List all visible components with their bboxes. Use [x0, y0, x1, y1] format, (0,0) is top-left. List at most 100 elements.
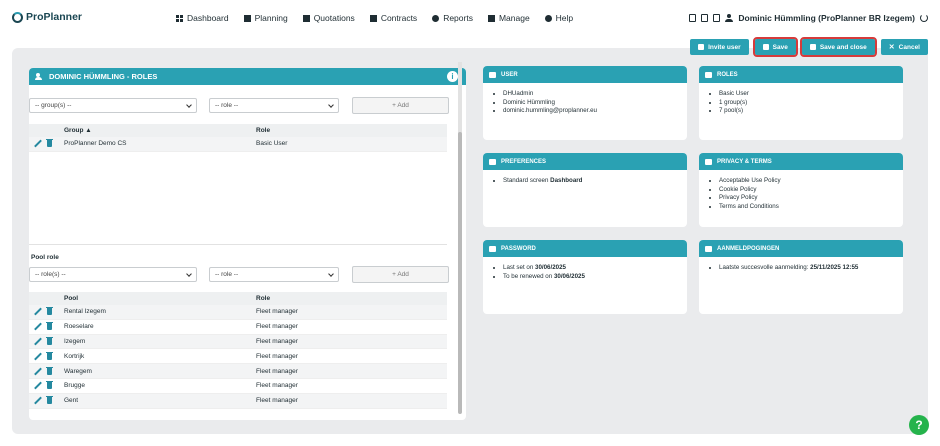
list-item: Standard screen Dashboard [503, 177, 687, 186]
nav-label: Help [555, 13, 574, 23]
button-label: Save and close [819, 43, 867, 51]
trash-icon[interactable] [46, 336, 53, 345]
nav-reports[interactable]: Reports [432, 13, 473, 23]
policy-link[interactable]: Privacy Policy [719, 194, 903, 203]
table-row: Izegem Fleet manager [29, 334, 447, 350]
group-role-select[interactable]: -- role -- [209, 98, 339, 113]
card-header: PRIVACY & TERMS [699, 153, 903, 170]
table-row: ProPlanner Demo CS Basic User [29, 137, 447, 152]
table-row: Roeselare Fleet manager [29, 320, 447, 335]
card-header: PREFERENCES [483, 153, 687, 170]
chevron-down-icon [328, 271, 334, 277]
table-row: Kortrijk Fleet manager [29, 349, 447, 365]
card-header: PASSWORD [483, 240, 687, 257]
logo-icon [12, 11, 23, 23]
list-item: DHUadmin [503, 90, 687, 99]
info-icon[interactable]: i [447, 71, 458, 82]
add-group-button[interactable]: + Add [352, 97, 449, 114]
table-header: Group ▲ Role [29, 124, 447, 137]
nav-label: Manage [498, 13, 530, 23]
invite-user-button[interactable]: Invite user [690, 39, 749, 55]
user-name[interactable]: Dominic Hümmling (ProPlanner BR Izegem) [738, 13, 915, 23]
list-item: Laatste succesvolle aanmelding: 25/11/20… [719, 264, 903, 273]
nav-label: Reports [443, 13, 473, 23]
nav-label: Dashboard [187, 13, 229, 23]
nav-contracts[interactable]: Contracts [369, 13, 417, 23]
nav-quotations[interactable]: Quotations [302, 13, 355, 23]
button-label: + Add [392, 102, 409, 109]
help-chat-button[interactable]: ? [909, 415, 929, 435]
user-card: USER DHUadmin Dominic Hümmling dominic.h… [483, 66, 687, 140]
table-row: Rental Izegem Fleet manager [29, 305, 447, 320]
column-pool[interactable]: Pool [64, 295, 256, 302]
button-label: Save [772, 43, 788, 51]
edit-icon[interactable] [34, 368, 41, 375]
cell-pool: Kortrijk [64, 352, 85, 360]
select-value: -- role -- [215, 102, 239, 109]
logo-text: ProPlanner [26, 11, 83, 23]
trash-icon[interactable] [46, 322, 53, 331]
cell-pool: Brugge [64, 382, 85, 390]
calendar-icon [243, 14, 251, 22]
pool-role-select[interactable]: -- role -- [209, 267, 339, 282]
edit-icon[interactable] [34, 323, 41, 330]
table-row: Brugge Fleet manager [29, 379, 447, 394]
file-download-icon[interactable] [701, 14, 709, 22]
edit-icon[interactable] [34, 397, 41, 404]
column-role: Role [256, 127, 271, 134]
edit-icon[interactable] [34, 382, 41, 389]
trash-icon[interactable] [46, 396, 53, 405]
trash-icon[interactable] [46, 351, 53, 360]
policy-link[interactable]: Cookie Policy [719, 186, 903, 195]
nav-planning[interactable]: Planning [243, 13, 288, 23]
power-icon[interactable] [920, 14, 928, 22]
cell-role: Fleet manager [256, 352, 298, 360]
floppy-icon [762, 44, 769, 50]
card-title: PREFERENCES [501, 158, 547, 165]
trash-icon[interactable] [46, 139, 53, 148]
button-label: + Add [392, 271, 409, 278]
chevron-down-icon [186, 271, 192, 277]
clipboard-icon[interactable] [689, 14, 697, 22]
privacy-card: PRIVACY & TERMS Acceptable Use Policy Co… [699, 153, 903, 227]
cell-group: ProPlanner Demo CS [64, 140, 127, 148]
table-row: Gent Fleet manager [29, 393, 447, 409]
nav-help[interactable]: Help [544, 13, 574, 23]
trash-icon[interactable] [46, 381, 53, 390]
cell-pool: Waregem [64, 367, 92, 375]
chevron-down-icon [328, 102, 334, 108]
card-body: Laatste succesvolle aanmelding: 25/11/20… [699, 257, 903, 273]
edit-icon[interactable] [34, 308, 41, 315]
shield-icon [705, 158, 712, 165]
list-icon [705, 245, 712, 252]
roles-panel-header: DOMINIC HÜMMLING - ROLES i [29, 68, 466, 85]
edit-icon[interactable] [34, 353, 41, 360]
save-and-close-button[interactable]: Save and close [799, 37, 877, 57]
card-body: Last set on 30/06/2025 To be renewed on … [483, 257, 687, 281]
edit-icon[interactable] [34, 140, 41, 147]
add-pool-button[interactable]: + Add [352, 266, 449, 283]
pool-table: Pool Role Rental Izegem Fleet manager Roes… [29, 292, 447, 409]
trash-icon[interactable] [46, 307, 53, 316]
pool-select[interactable]: -- role(s) -- [29, 267, 197, 282]
card-header: ROLES [699, 66, 903, 83]
save-button[interactable]: Save [752, 37, 798, 57]
column-group[interactable]: Group ▲ [64, 127, 256, 134]
nav-manage[interactable]: Manage [487, 13, 530, 23]
nav-dashboard[interactable]: Dashboard [176, 13, 229, 23]
megaphone-icon[interactable] [713, 14, 721, 22]
proplanner-logo[interactable]: ProPlanner [12, 11, 82, 23]
policy-link[interactable]: Acceptable Use Policy [719, 177, 903, 186]
trash-icon[interactable] [46, 366, 53, 375]
edit-icon[interactable] [34, 338, 41, 345]
table-header: Pool Role [29, 292, 447, 305]
cancel-button[interactable]: ✕ Cancel [880, 39, 928, 55]
policy-link[interactable]: Terms and Conditions [719, 203, 903, 212]
nav-label: Planning [254, 13, 288, 23]
scrollbar-thumb[interactable] [458, 132, 462, 414]
group-select[interactable]: -- group(s) -- [29, 98, 197, 113]
cell-role: Fleet manager [256, 323, 298, 331]
top-navigation-bar: ProPlanner Dashboard Planning Quotations… [0, 0, 940, 38]
card-body: DHUadmin Dominic Hümmling dominic.hummli… [483, 83, 687, 116]
close-icon: ✕ [888, 44, 895, 51]
